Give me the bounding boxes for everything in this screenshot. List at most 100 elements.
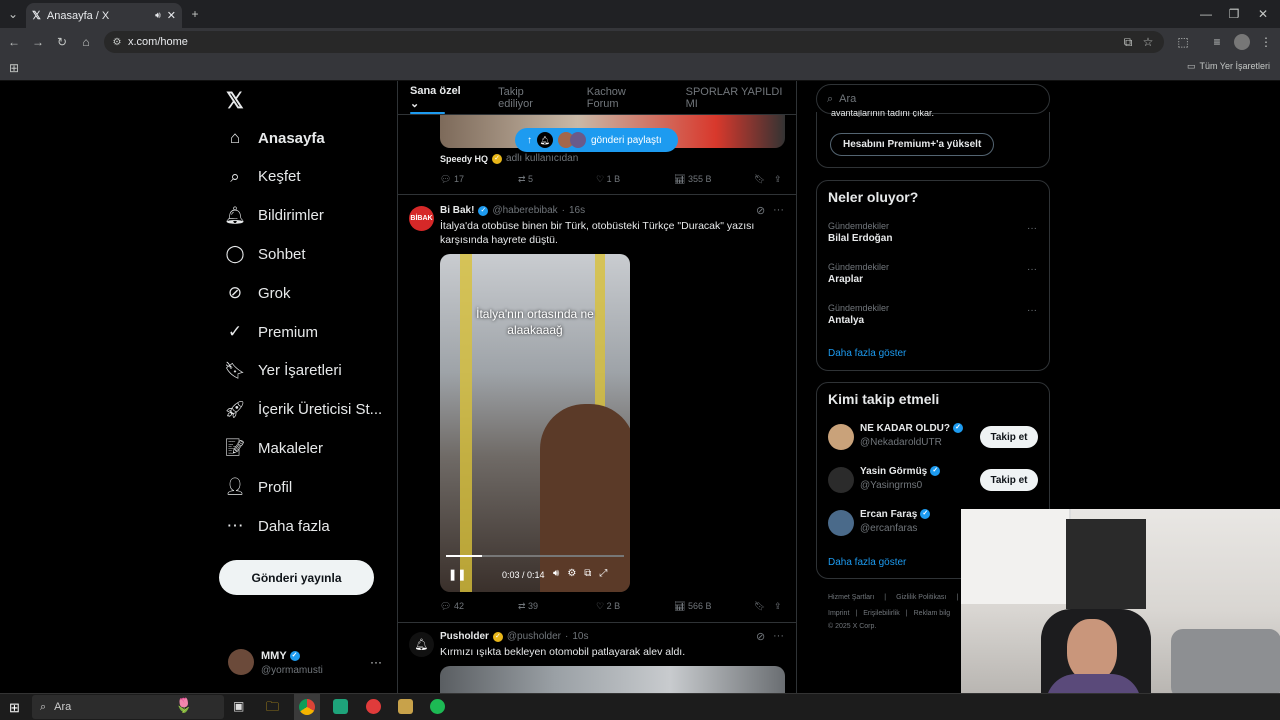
nav-item-8[interactable]: 📝︎ Makaleler: [224, 432, 323, 464]
nav-item-9[interactable]: 👤︎ Profil: [224, 471, 292, 503]
tab-kachow[interactable]: Kachow Forum: [587, 86, 660, 110]
pip-icon[interactable]: ⧉: [584, 568, 591, 579]
account-avatar[interactable]: [228, 649, 254, 675]
home-browser-icon[interactable]: ⌂: [78, 34, 94, 50]
like-button[interactable]: ♡ 2 B: [596, 601, 674, 612]
reply-button[interactable]: 💬︎ 17: [440, 174, 518, 185]
trend-name[interactable]: Bilal Erdoğan: [828, 233, 892, 244]
restore-icon[interactable]: ❐: [1226, 6, 1242, 22]
pause-icon[interactable]: ❚❚: [448, 568, 466, 581]
spotify-icon[interactable]: [430, 699, 445, 714]
x-logo-icon[interactable]: 𝕏: [226, 88, 244, 114]
account-more-icon[interactable]: ···: [370, 655, 382, 669]
follow-name[interactable]: NE KADAR OLDU? ✓: [860, 423, 963, 434]
repost-button[interactable]: ⇄ 5: [518, 174, 596, 185]
tweet-more-icon[interactable]: ···: [773, 204, 784, 216]
trend-more-icon[interactable]: ···: [1027, 223, 1037, 234]
browser-tab[interactable]: 𝕏 Anasayfa / X 🔊︎ ✕: [26, 3, 182, 28]
tweet-text: Kırmızı ışıkta bekleyen otomobil patlaya…: [440, 646, 686, 658]
app-icon-green[interactable]: [333, 699, 348, 714]
tab-search-icon[interactable]: ⌄: [5, 6, 21, 22]
tab-takip[interactable]: Takip ediliyor: [498, 86, 561, 110]
grok-tweet-icon[interactable]: ⊘: [756, 204, 765, 217]
views-button[interactable]: 📊︎ 355 B: [674, 174, 754, 185]
tweet-more-icon[interactable]: ···: [773, 630, 784, 642]
follow-name[interactable]: Yasin Görmüş ✓: [860, 466, 941, 477]
close-window-icon[interactable]: ✕: [1255, 6, 1271, 22]
follow-button[interactable]: Takip et: [980, 469, 1038, 491]
share-icon[interactable]: ⇪: [774, 601, 782, 612]
tab-close-icon[interactable]: ✕: [167, 9, 176, 22]
tab-sporlar[interactable]: SPORLAR YAPILDI MI: [686, 86, 796, 110]
repost-button[interactable]: ⇄ 39: [518, 601, 596, 612]
taskbar-search[interactable]: ⌕ Ara: [32, 695, 224, 719]
nav-item-10[interactable]: ⋯ Daha fazla: [224, 510, 330, 542]
bookmark-star-icon[interactable]: ☆: [1140, 34, 1156, 50]
install-icon[interactable]: ⧉: [1120, 34, 1136, 50]
chrome-taskbar-icon[interactable]: [294, 694, 320, 720]
tweet-video[interactable]: İtalya'nın ortasında ne alaakaaağ ❚❚ 0:0…: [440, 254, 630, 592]
apps-icon[interactable]: ⊞: [6, 60, 22, 76]
nav-item-4[interactable]: ⊘ Grok: [224, 277, 291, 309]
new-tab-icon[interactable]: +: [187, 6, 203, 22]
extensions-icon[interactable]: ⬚: [1175, 34, 1191, 50]
pusholder-avatar[interactable]: 🔔︎: [409, 632, 434, 657]
verified-gold-icon: ✓: [492, 631, 503, 642]
menu-icon[interactable]: ⋮: [1258, 34, 1274, 50]
account-name[interactable]: MMY ✓: [261, 650, 300, 662]
address-bar[interactable]: ⚙ x.com/home ⧉ ☆: [104, 31, 1164, 53]
tulips-icon: 🌷: [175, 697, 193, 713]
volume-icon[interactable]: 🔊︎: [553, 568, 559, 579]
like-button[interactable]: ♡ 1 B: [596, 174, 674, 185]
fullscreen-icon[interactable]: ⤢: [599, 568, 607, 579]
video-progress[interactable]: [446, 555, 624, 557]
who-show-more[interactable]: Daha fazla göster: [828, 557, 906, 568]
all-bookmarks[interactable]: ▭ Tüm Yer İşaretleri: [1187, 61, 1270, 72]
tweet-media[interactable]: [440, 666, 785, 693]
bookmark-tweet-icon[interactable]: 🔖︎: [754, 601, 774, 612]
new-posts-pill[interactable]: ↑ 🔔︎ gönderi paylaştı: [515, 128, 678, 152]
follow-name[interactable]: Ercan Faraş ✓: [860, 509, 931, 520]
back-icon[interactable]: ←: [6, 34, 22, 50]
site-info-icon[interactable]: ⚙: [109, 34, 125, 50]
task-view-icon[interactable]: ▣: [233, 699, 244, 713]
media-icon[interactable]: ≡: [1209, 34, 1225, 50]
post-button[interactable]: Gönderi yayınla: [219, 560, 374, 595]
nav-item-7[interactable]: 🚀︎ İçerik Üreticisi St...: [224, 394, 382, 426]
settings-icon[interactable]: ⚙: [567, 568, 576, 579]
follow-avatar[interactable]: [828, 510, 854, 536]
minimize-icon[interactable]: —: [1198, 6, 1214, 22]
premium-upgrade-button[interactable]: Hesabını Premium+'a yükselt: [830, 133, 995, 156]
nav-item-2[interactable]: 🔔︎ Bildirimler: [224, 200, 324, 232]
nav-item-6[interactable]: 🔖︎ Yer İşaretleri: [224, 355, 341, 387]
nav-item-3[interactable]: ◯ Sohbet: [224, 238, 305, 270]
app-icon-red[interactable]: [366, 699, 381, 714]
follow-avatar[interactable]: [828, 424, 854, 450]
bookmark-tweet-icon[interactable]: 🔖︎: [754, 174, 774, 185]
webcam-appliance: [1066, 519, 1146, 609]
follow-button[interactable]: Takip et: [980, 426, 1038, 448]
forward-icon[interactable]: →: [30, 34, 46, 50]
nav-item-0[interactable]: ⌂ Anasayfa: [224, 122, 325, 154]
profile-avatar[interactable]: [1234, 34, 1250, 50]
nav-item-5[interactable]: ✓ Premium: [224, 316, 318, 348]
reload-icon[interactable]: ↻: [54, 34, 70, 50]
share-icon[interactable]: ⇪: [774, 174, 782, 185]
trend-name[interactable]: Araplar: [828, 274, 863, 285]
trends-card: Neler oluyor? Gündemdekiler Bilal Erdoğan…: [816, 180, 1050, 371]
trend-more-icon[interactable]: ···: [1027, 264, 1037, 275]
reply-button[interactable]: 💬︎ 42: [440, 601, 518, 612]
trends-show-more[interactable]: Daha fazla göster: [828, 348, 906, 359]
file-explorer-icon[interactable]: 🗀: [266, 698, 279, 720]
trend-more-icon[interactable]: ···: [1027, 305, 1037, 316]
views-button[interactable]: 📊︎ 566 B: [674, 601, 754, 612]
windows-start-icon[interactable]: ⊞: [9, 700, 20, 716]
bibak-avatar[interactable]: BİBAK: [409, 206, 434, 231]
app-icon-gold[interactable]: [398, 699, 413, 714]
trend-name[interactable]: Antalya: [828, 315, 864, 326]
nav-item-1[interactable]: ⌕ Keşfet: [224, 161, 300, 193]
follow-avatar[interactable]: [828, 467, 854, 493]
speaker-icon[interactable]: 🔊︎: [155, 10, 161, 21]
tab-sana-ozel[interactable]: Sana özel ⌄: [410, 85, 472, 110]
grok-tweet-icon[interactable]: ⊘: [756, 630, 765, 643]
